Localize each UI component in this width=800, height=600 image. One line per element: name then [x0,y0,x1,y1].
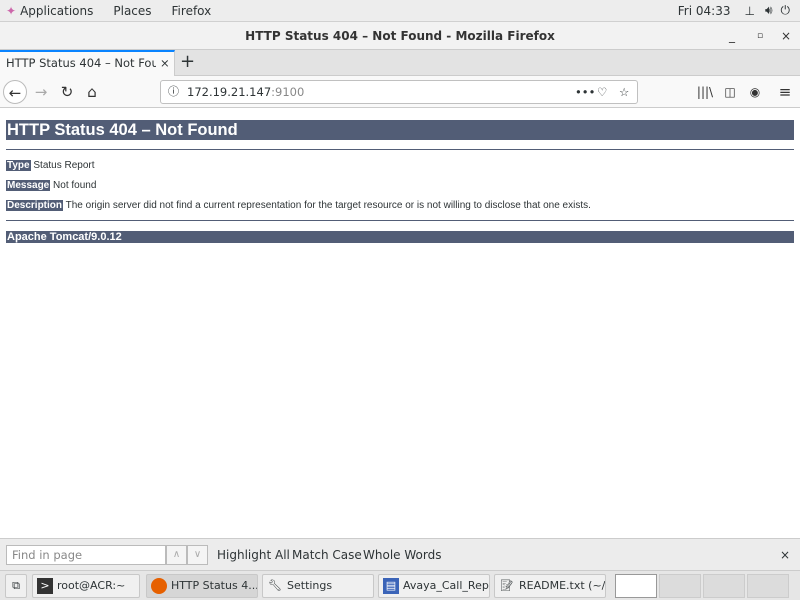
applications-menu[interactable]: Applications [20,4,93,18]
page-content: HTTP Status 404 – Not Found Type Status … [0,108,800,538]
home-button[interactable]: ⌂ [80,80,104,104]
description-row: Description The origin server did not fi… [6,200,794,212]
message-row: Message Not found [6,180,794,192]
taskbar-label: README.txt (~/... [519,579,606,592]
highlight-all-toggle[interactable]: Highlight All [217,548,290,562]
settings-icon: 🔧︎ [268,579,282,592]
minimize-button[interactable]: _ [722,22,742,50]
pocket-icon[interactable]: ♡ [597,81,607,103]
tab-http-status[interactable]: HTTP Status 404 – Not Found × [0,50,175,76]
close-find-bar-button[interactable]: × [780,548,790,562]
window-title: HTTP Status 404 – Not Found - Mozilla Fi… [245,29,555,43]
library-icon[interactable]: |||\ [693,80,717,104]
info-icon[interactable]: ⓘ [168,81,179,103]
type-row: Type Status Report [6,160,794,172]
type-label: Type [6,160,31,171]
taskbar: ⧉ > root@ACR:~ HTTP Status 4... 🔧︎ Setting… [0,570,800,600]
firefox-icon [151,578,167,594]
tab-close-icon[interactable]: × [160,52,170,75]
divider [6,149,794,150]
taskbar-label: Settings [287,579,333,592]
navigation-toolbar: ← → ↻ ⌂ ⓘ 172.19.21.147:9100 ••• ♡ ☆ |||… [0,76,800,108]
find-input[interactable]: Find in page [6,545,166,565]
whole-words-toggle[interactable]: Whole Words [363,548,441,562]
taskbar-item-firefox[interactable]: HTTP Status 4... [146,574,258,598]
forward-button[interactable]: → [29,80,53,104]
find-bar: Find in page ∧ ∨ Highlight All Match Cas… [0,538,800,570]
message-value: Not found [53,180,97,191]
firefox-menu[interactable]: Firefox [172,4,212,18]
system-top-bar: ✦ Applications Places Firefox Fri 04:33 … [0,0,800,22]
places-menu[interactable]: Places [113,4,151,18]
taskbar-item-readme[interactable]: 📝︎ README.txt (~/... [494,574,606,598]
description-label: Description [6,200,64,211]
applications-icon: ✦ [6,3,17,18]
bookmark-star-icon[interactable]: ☆ [619,81,629,103]
tab-bar: HTTP Status 404 – Not Found × + [0,50,800,76]
show-desktop-button[interactable]: ⧉ [5,574,27,598]
maximize-button[interactable]: ▫ [750,22,770,50]
taskbar-label: Avaya_Call_Rep... [403,579,490,592]
text-editor-icon: 📝︎ [500,579,514,592]
account-icon[interactable]: ◉ [743,80,767,104]
page-actions-icon[interactable]: ••• [575,81,595,103]
taskbar-item-terminal[interactable]: > root@ACR:~ [32,574,140,598]
workspace-4[interactable] [747,574,789,598]
terminal-icon: > [37,578,53,594]
network-icon[interactable]: ⊥ [744,4,754,18]
new-tab-button[interactable]: + [180,51,195,72]
description-value: The origin server did not find a current… [65,200,591,211]
close-window-button[interactable]: × [776,22,796,50]
menu-icon[interactable]: ≡ [773,80,797,104]
workspace-1[interactable] [615,574,657,598]
tab-label: HTTP Status 404 – Not Found [6,56,156,70]
taskbar-item-settings[interactable]: 🔧︎ Settings [262,574,374,598]
find-previous-button[interactable]: ∧ [166,545,187,565]
reload-button[interactable]: ↻ [55,80,79,104]
match-case-toggle[interactable]: Match Case [292,548,362,562]
window-titlebar: HTTP Status 404 – Not Found - Mozilla Fi… [0,22,800,50]
power-icon[interactable]: ⏻ [781,3,791,18]
file-cabinet-icon: ▤ [383,578,399,594]
find-next-button[interactable]: ∨ [187,545,208,565]
type-value: Status Report [33,160,95,171]
url-bar[interactable]: ⓘ 172.19.21.147:9100 ••• ♡ ☆ [160,80,638,104]
taskbar-label: root@ACR:~ [57,579,126,592]
clock[interactable]: Fri 04:33 [678,4,731,18]
taskbar-label: HTTP Status 4... [171,579,258,592]
server-footer: Apache Tomcat/9.0.12 [6,231,794,243]
url-host: 172.19.21.147 [187,85,272,99]
volume-icon[interactable]: 🔊︎ [765,3,773,18]
sidebar-icon[interactable]: ◫ [718,80,742,104]
taskbar-item-avaya[interactable]: ▤ Avaya_Call_Rep... [378,574,490,598]
back-button[interactable]: ← [3,80,27,104]
message-label: Message [6,180,51,191]
workspace-3[interactable] [703,574,745,598]
divider [6,220,794,221]
workspace-2[interactable] [659,574,701,598]
page-heading: HTTP Status 404 – Not Found [6,120,794,140]
url-port: :9100 [271,85,305,99]
